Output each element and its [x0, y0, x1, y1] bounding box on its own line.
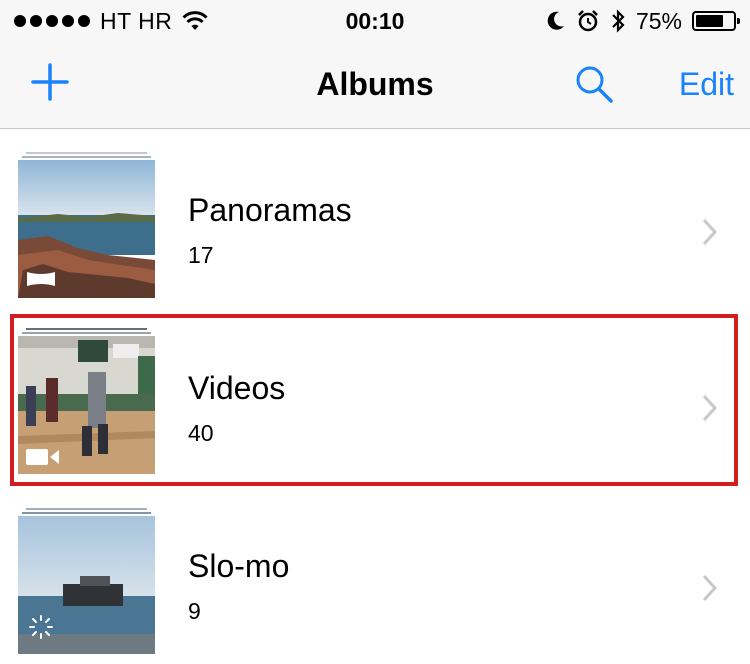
album-thumbnail-stack — [18, 504, 156, 664]
battery-percent: 75% — [635, 7, 682, 34]
album-row-videos[interactable]: Videos 40 — [0, 320, 750, 490]
chevron-right-icon — [702, 394, 718, 422]
page-title: Albums — [316, 66, 434, 102]
album-row-panoramas[interactable]: Panoramas 17 — [0, 148, 750, 318]
album-row-slo-mo[interactable]: Slo-mo 9 — [0, 504, 750, 656]
album-thumbnail — [18, 516, 155, 654]
album-thumbnail — [18, 336, 155, 474]
moon-icon — [547, 11, 564, 30]
status-bar: HT HR 00:10 75% — [0, 0, 750, 42]
album-thumbnail-stack — [18, 148, 156, 308]
panorama-icon — [27, 272, 55, 286]
alarm-icon — [578, 10, 598, 32]
battery-icon — [692, 11, 740, 31]
bluetooth-icon — [612, 9, 625, 33]
album-title: Panoramas — [188, 192, 352, 228]
chevron-right-icon — [702, 218, 718, 246]
battery-fill — [696, 15, 723, 27]
album-title: Videos — [188, 370, 286, 406]
album-thumbnail-stack — [18, 320, 156, 480]
search-icon[interactable] — [574, 64, 614, 104]
album-count: 9 — [188, 598, 201, 624]
status-right: 75% — [546, 6, 740, 36]
video-camera-icon — [26, 449, 59, 465]
album-thumbnail — [18, 160, 155, 298]
album-count: 17 — [188, 242, 214, 268]
nav-bar: Albums Edit — [0, 42, 750, 129]
slo-mo-icon — [29, 615, 53, 639]
album-count: 40 — [188, 420, 214, 446]
edit-button[interactable]: Edit — [679, 42, 734, 126]
album-title: Slo-mo — [188, 548, 290, 584]
chevron-right-icon — [702, 574, 718, 602]
